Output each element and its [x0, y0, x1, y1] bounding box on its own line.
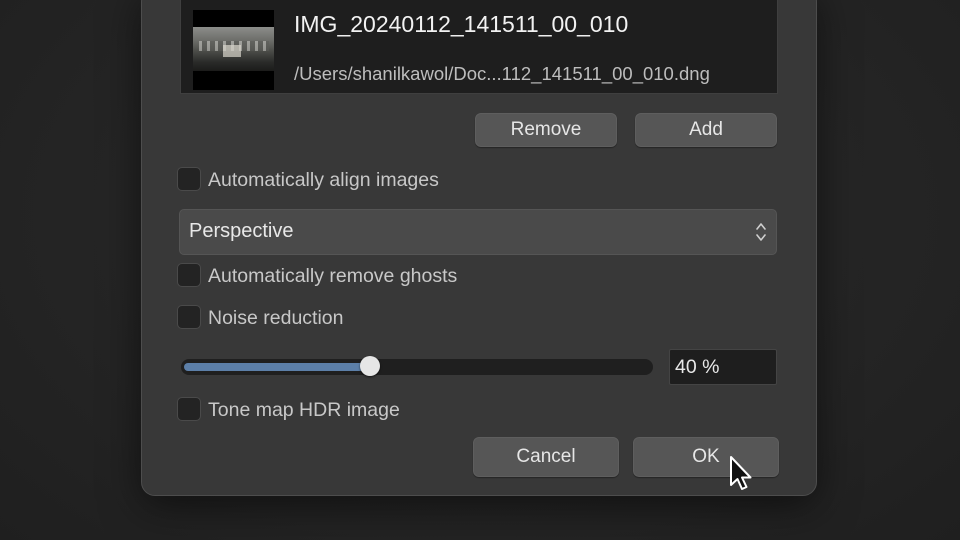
chevron-up-down-icon: [756, 223, 766, 241]
remove-ghosts-checkbox[interactable]: [177, 263, 201, 287]
panorama-preview: [193, 27, 274, 71]
tone-map-label: Tone map HDR image: [208, 399, 400, 421]
desktop-background: IMG_20240112_141511_00_010 /Users/shanil…: [0, 0, 960, 540]
ok-button[interactable]: OK: [633, 437, 779, 477]
add-button[interactable]: Add: [635, 113, 777, 147]
cancel-button-label: Cancel: [516, 446, 576, 467]
slider-thumb[interactable]: [360, 356, 381, 376]
ok-button-label: OK: [692, 446, 720, 467]
add-button-label: Add: [689, 119, 723, 140]
file-path: /Users/shanilkawol/Doc...112_141511_00_0…: [294, 63, 710, 84]
noise-reduction-slider[interactable]: [181, 356, 653, 376]
noise-reduction-value-field[interactable]: 40 %: [669, 349, 777, 385]
slider-fill: [184, 363, 371, 371]
tone-map-checkbox[interactable]: [177, 397, 201, 421]
noise-reduction-checkbox[interactable]: [177, 305, 201, 329]
cancel-button[interactable]: Cancel: [473, 437, 619, 477]
mouse-pointer-icon: [730, 456, 752, 490]
remove-ghosts-label: Automatically remove ghosts: [208, 265, 458, 287]
auto-align-label: Automatically align images: [208, 169, 439, 191]
alignment-method-select[interactable]: Perspective: [179, 209, 777, 255]
alignment-method-value: Perspective: [189, 220, 294, 242]
file-thumbnail: [193, 10, 274, 90]
remove-button[interactable]: Remove: [475, 113, 617, 147]
noise-reduction-value: 40 %: [675, 356, 720, 378]
noise-reduction-label: Noise reduction: [208, 307, 344, 329]
remove-button-label: Remove: [510, 119, 582, 140]
auto-align-checkbox[interactable]: [177, 167, 201, 191]
file-name[interactable]: IMG_20240112_141511_00_010: [294, 11, 628, 38]
